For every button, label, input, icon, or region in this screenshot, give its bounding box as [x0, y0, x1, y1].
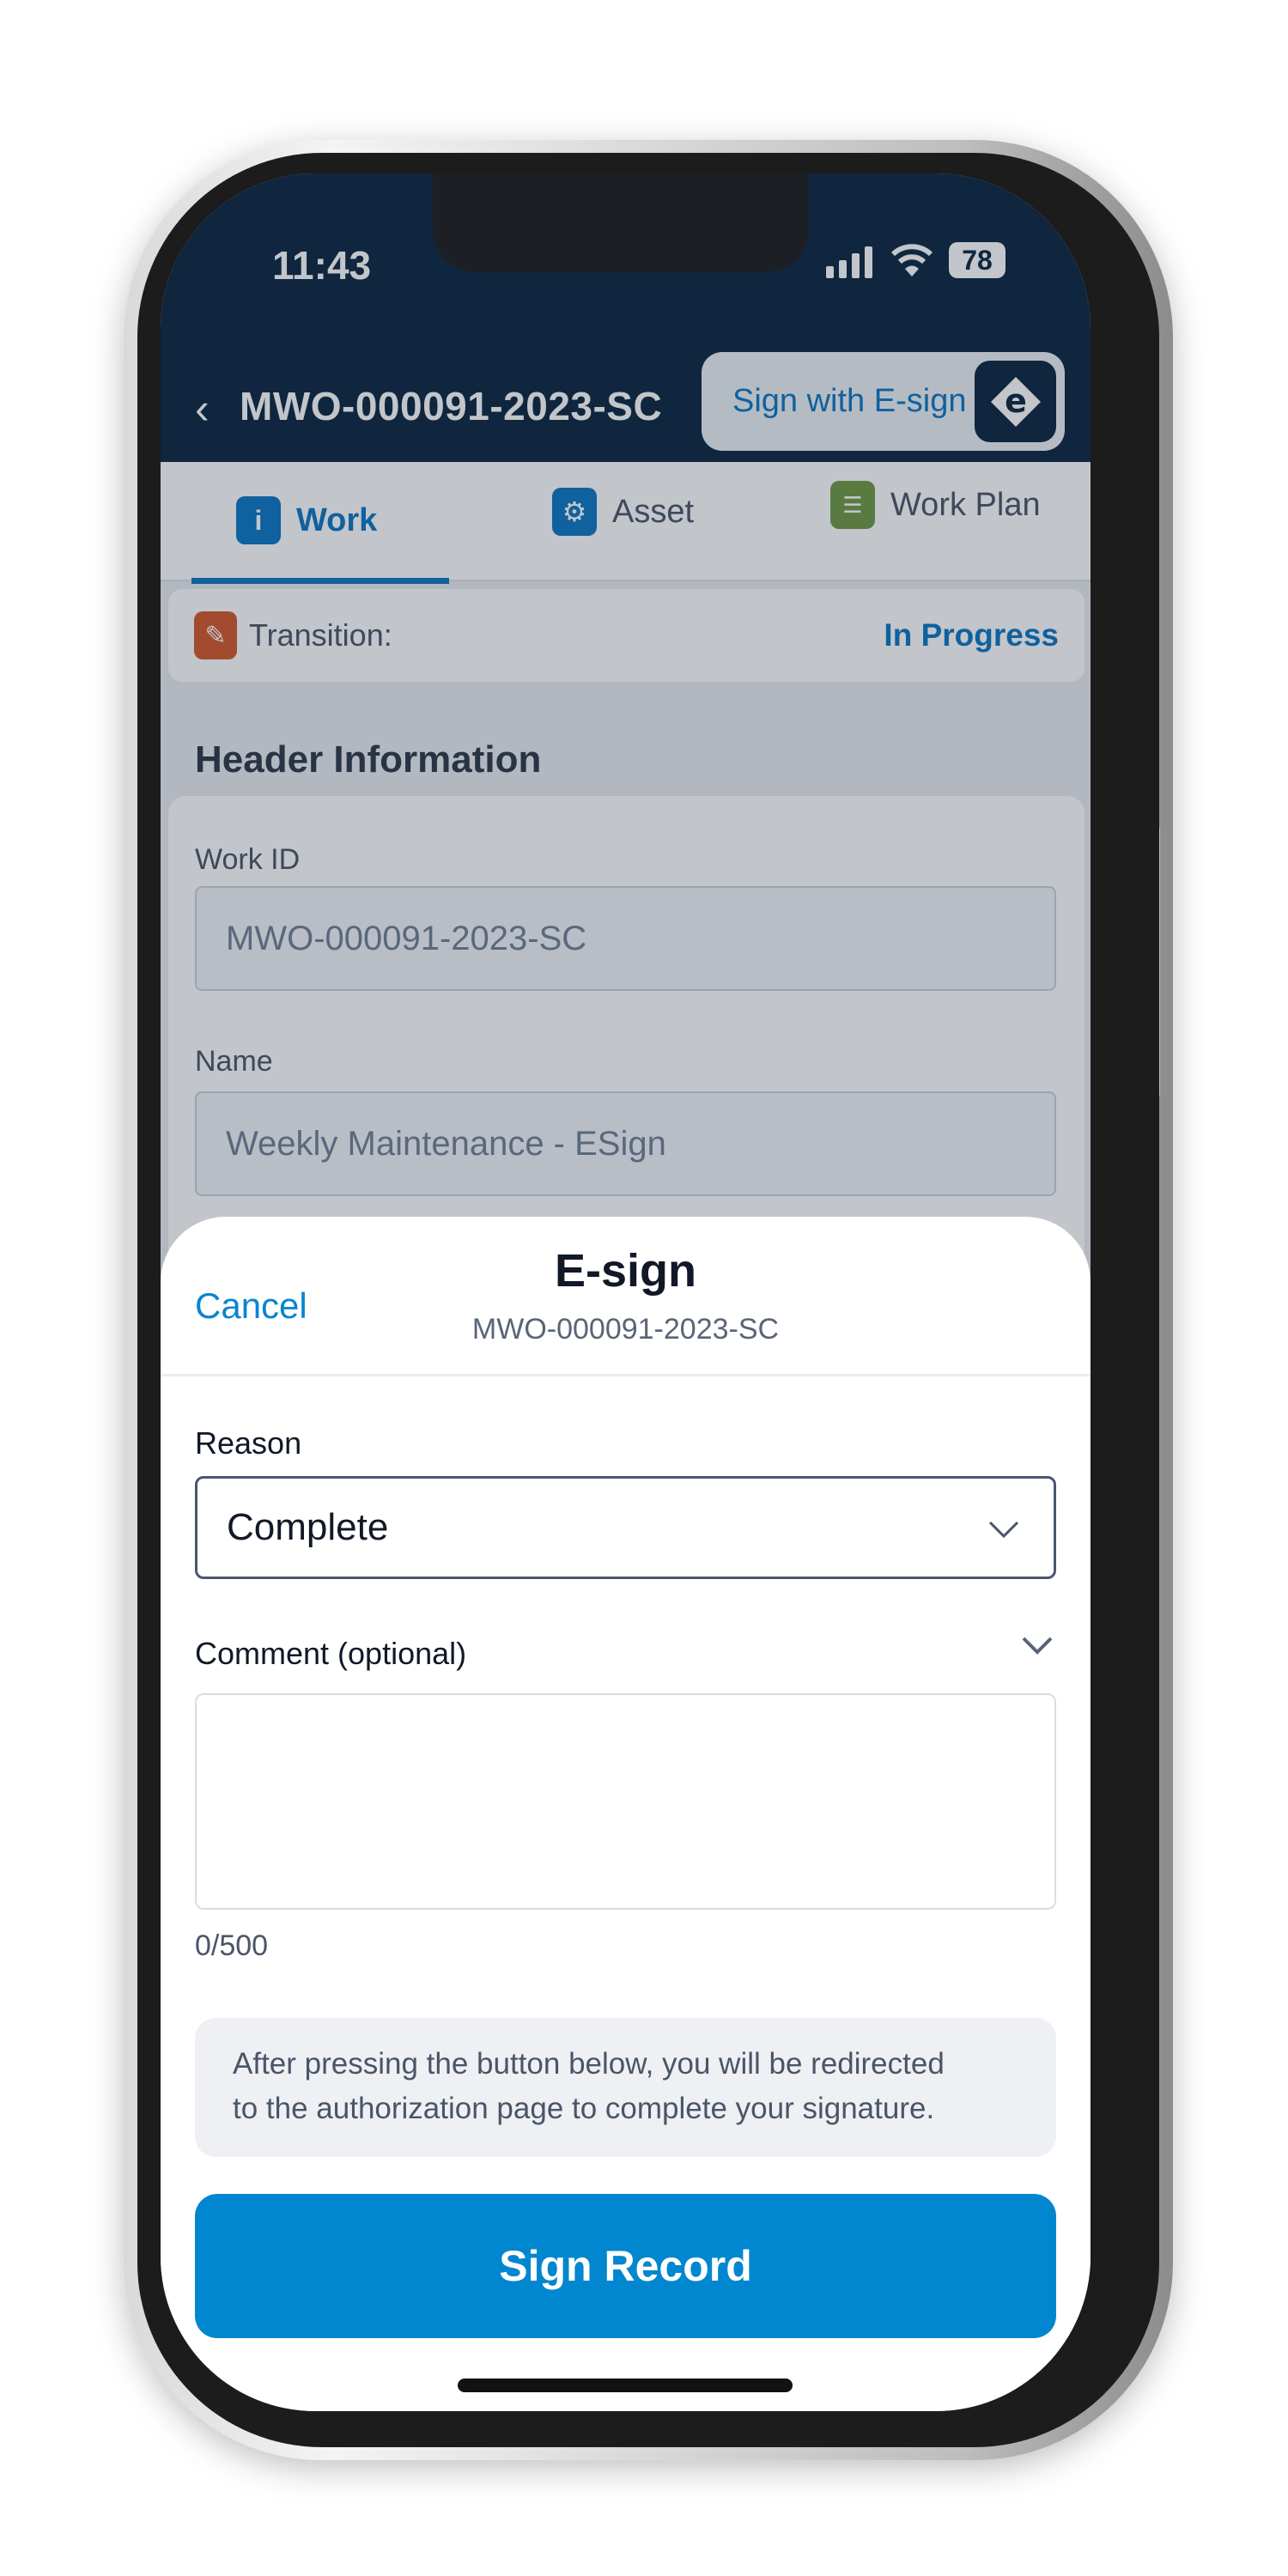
info-notice: After pressing the button below, you wil…	[195, 2018, 1056, 2157]
comment-label: Comment (optional)	[195, 1636, 467, 1671]
reason-select[interactable]: Complete	[195, 1476, 1056, 1579]
reason-value: Complete	[227, 1506, 389, 1548]
chevron-down-icon	[988, 1521, 1019, 1539]
screen: 11:43 78 ‹ MWO-000091-2023-SC Sign with …	[161, 173, 1091, 2411]
home-indicator[interactable]	[458, 2379, 793, 2392]
sheet-title: E-sign	[554, 1245, 696, 1297]
reason-label: Reason	[195, 1425, 302, 1461]
comment-char-count: 0/500	[195, 1929, 269, 1962]
divider	[161, 1374, 1091, 1376]
sign-record-button[interactable]: Sign Record	[195, 2194, 1056, 2338]
info-line-1: After pressing the button below, you wil…	[233, 2047, 945, 2081]
info-line-2: to the authorization page to complete yo…	[233, 2092, 935, 2125]
comment-textarea[interactable]	[195, 1693, 1056, 1910]
esign-sheet: Cancel E-sign MWO-000091-2023-SC Reason …	[161, 1217, 1091, 2411]
sheet-subtitle: MWO-000091-2023-SC	[471, 1313, 780, 1346]
comment-collapse-chevron-icon[interactable]	[1022, 1636, 1053, 1655]
